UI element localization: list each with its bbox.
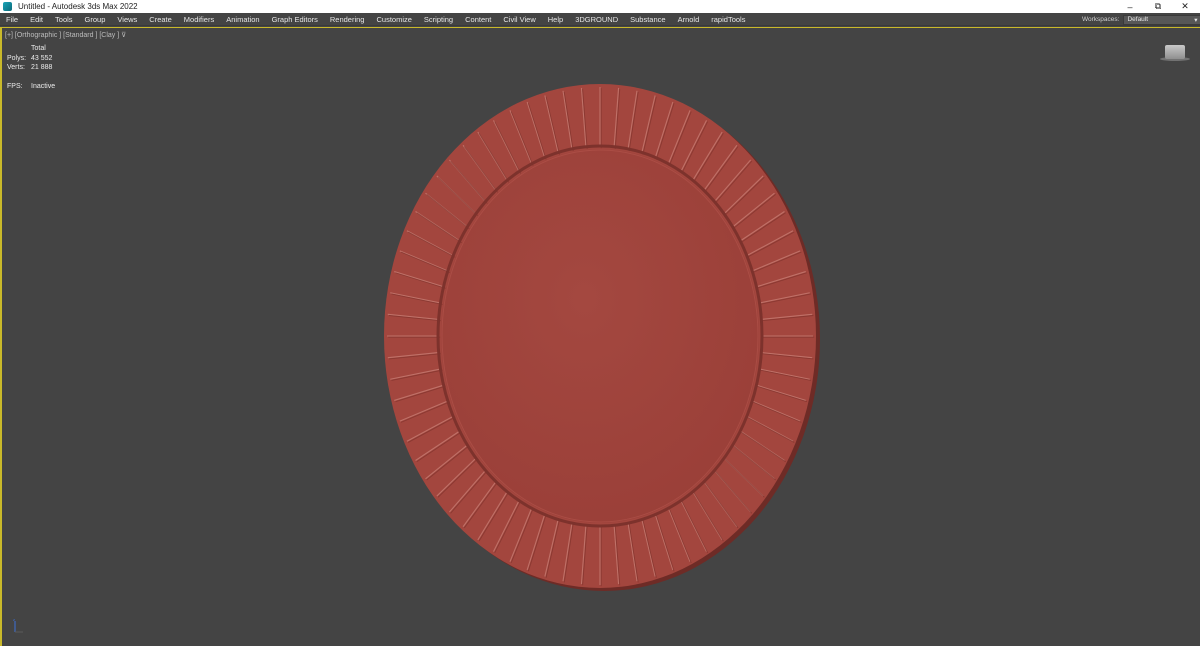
stats-header: Total — [31, 45, 46, 52]
workspaces-dropdown[interactable]: Default ▾ — [1123, 14, 1200, 25]
menu-bar: File Edit Tools Group Views Create Modifiers An… — [0, 13, 1200, 26]
polys-value: 43 552 — [31, 54, 53, 62]
menu-substance[interactable]: Substance — [624, 13, 671, 26]
polys-label: Polys: — [7, 54, 27, 62]
menu-graph-editors[interactable]: Graph Editors — [266, 13, 324, 26]
menu-create[interactable]: Create — [143, 13, 178, 26]
menu-tools[interactable]: Tools — [49, 13, 79, 26]
round-plate-model[interactable] — [384, 84, 820, 591]
fps-value: Inactive — [31, 82, 56, 90]
menu-edit[interactable]: Edit — [24, 13, 49, 26]
chevron-down-icon: ▾ — [1194, 16, 1198, 24]
menu-rapidtools[interactable]: rapidTools — [705, 13, 751, 26]
menu-3dground[interactable]: 3DGROUND — [569, 13, 624, 26]
viewcube-icon[interactable] — [1165, 45, 1185, 59]
svg-text:z: z — [13, 618, 15, 622]
restore-button[interactable]: ⧉ — [1143, 0, 1173, 13]
menu-rendering[interactable]: Rendering — [324, 13, 371, 26]
workspaces-label: Workspaces: — [1082, 16, 1120, 23]
menu-arnold[interactable]: Arnold — [672, 13, 706, 26]
window-title: Untitled - Autodesk 3ds Max 2022 — [18, 2, 138, 11]
menu-customize[interactable]: Customize — [370, 13, 417, 26]
menu-views[interactable]: Views — [111, 13, 143, 26]
verts-value: 21 888 — [31, 64, 53, 71]
title-bar: Untitled - Autodesk 3ds Max 2022 – ⧉ ✕ — [0, 0, 1200, 13]
viewport-label-menu[interactable]: [+] [Orthographic ] [Standard ] [Clay ] … — [5, 31, 126, 39]
3ds-max-icon — [3, 2, 12, 11]
verts-label: Verts: — [7, 64, 25, 71]
axis-tripod-icon: z — [13, 618, 23, 633]
menu-civil-view[interactable]: Civil View — [497, 13, 541, 26]
menu-help[interactable]: Help — [542, 13, 569, 26]
viewport-label-text: [+] [Orthographic ] [Standard ] [Clay ] — [5, 32, 120, 39]
close-button[interactable]: ✕ — [1170, 0, 1200, 13]
menu-animation[interactable]: Animation — [220, 13, 265, 26]
statistics-overlay: Total Polys: 43 552 Verts: 21 888 FPS: Inac… — [7, 44, 55, 91]
plate-inner-surface — [441, 149, 759, 523]
menu-modifiers[interactable]: Modifiers — [178, 13, 220, 26]
menu-group[interactable]: Group — [79, 13, 112, 26]
fps-label: FPS: — [7, 82, 23, 90]
minimize-button[interactable]: – — [1115, 0, 1145, 13]
workspaces-value: Default — [1127, 16, 1149, 23]
menu-scripting[interactable]: Scripting — [418, 13, 459, 26]
menu-file[interactable]: File — [0, 13, 24, 26]
3dsmax-window: Untitled - Autodesk 3ds Max 2022 – ⧉ ✕ F… — [0, 0, 1200, 646]
viewport-orthographic[interactable]: [+] [Orthographic ] [Standard ] [Clay ] … — [0, 27, 1200, 646]
menu-content[interactable]: Content — [459, 13, 497, 26]
filter-icon[interactable]: ⊽ — [121, 32, 126, 39]
viewport-scene — [384, 84, 820, 591]
menu-items: File Edit Tools Group Views Create Modifiers An… — [0, 13, 751, 26]
workspaces-control: Workspaces: Default ▾ — [1082, 13, 1200, 26]
